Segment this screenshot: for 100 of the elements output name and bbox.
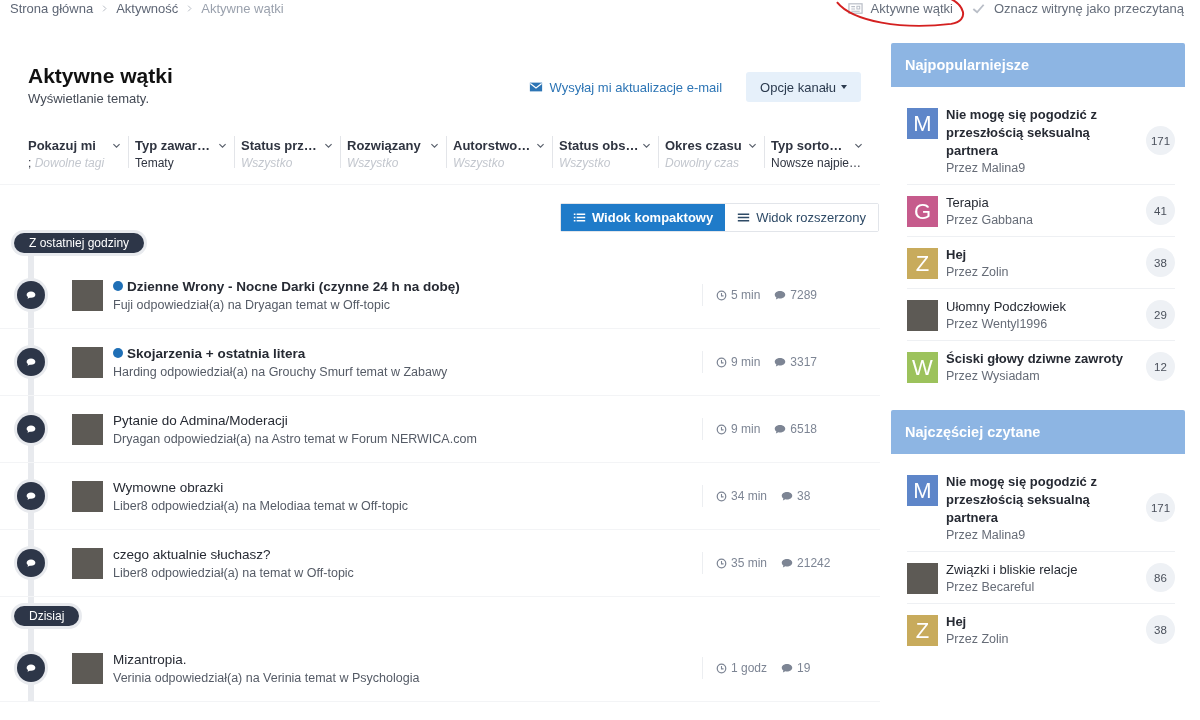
- email-updates-link[interactable]: Wysyłaj mi aktualizacje e-mail: [549, 79, 723, 95]
- section-label: Dzisiaj: [14, 606, 80, 626]
- avatar-photo[interactable]: [72, 413, 103, 445]
- topic-title-link[interactable]: Mizantropia.: [113, 651, 187, 667]
- topic-title-link[interactable]: Ułomny Podczłowiek: [946, 298, 1138, 316]
- speech-bubble-icon: [26, 491, 36, 501]
- comment-icon: [781, 490, 794, 502]
- topic-title-link[interactable]: Dzienne Wrony - Nocne Darki (czynne 24 h na dobę): [127, 278, 460, 294]
- activity-summary: Fuji odpowiedział(a) na Dryagan temat w Off-topic: [113, 297, 391, 312]
- filter-dropdown[interactable]: Status prz… Wszystko: [234, 136, 340, 168]
- top-link[interactable]: Aktywne wątki: [870, 0, 953, 16]
- reply-count: 21242: [797, 556, 831, 570]
- page-subtitle: Wyświetlanie tematy.: [28, 91, 150, 106]
- widget-title: Najpopularniejsze: [891, 43, 1185, 87]
- activity-summary: Liber8 odpowiedział(a) na Melodiaa temat w Off-topic: [113, 498, 410, 513]
- time-ago: 5 min: [731, 288, 761, 302]
- author-name: Przez Zolin: [946, 265, 1010, 279]
- letter-avatar[interactable]: M: [907, 108, 938, 139]
- speech-bubble-icon: [26, 663, 36, 673]
- clock-icon: [716, 423, 727, 435]
- reply-count: 6518: [790, 422, 818, 436]
- time-ago: 9 min: [731, 422, 761, 436]
- avatar-photo[interactable]: [72, 346, 103, 378]
- speech-bubble-icon: [26, 424, 36, 434]
- page-title: Aktywne wątki: [28, 64, 173, 88]
- comment-icon: [774, 423, 787, 435]
- filter-dropdown[interactable]: Typ sorto… Nowsze najpie…: [764, 136, 870, 168]
- author-name: Przez Zolin: [946, 632, 1010, 646]
- breadcrumb-link[interactable]: Aktywność: [116, 0, 179, 16]
- author-name: Przez Wentyl1996: [946, 317, 1049, 331]
- author-name: Przez Wysiadam: [946, 369, 1041, 383]
- reply-count: 3317: [790, 355, 818, 369]
- topic-title-link[interactable]: Hej: [946, 613, 1138, 631]
- letter-avatar[interactable]: M: [907, 475, 938, 506]
- reply-count-badge: 12: [1146, 352, 1175, 381]
- filter-dropdown[interactable]: Status obs… Wszystko: [552, 136, 658, 168]
- author-name: Przez Malina9: [946, 161, 1027, 175]
- activity-summary: Dryagan odpowiedział(a) na Astro temat w Forum NERWICA.com: [113, 431, 478, 446]
- view-tab[interactable]: Widok kompaktowy: [560, 204, 726, 231]
- reply-count-badge: 38: [1146, 248, 1175, 277]
- avatar-photo[interactable]: [72, 480, 103, 512]
- topic-title-link[interactable]: Wymowne obrazki: [113, 479, 224, 495]
- filter-dropdown[interactable]: Pokazuj mi ; Dowolne tagi: [28, 136, 128, 168]
- filter-dropdown[interactable]: Okres czasu Dowolny czas: [658, 136, 764, 168]
- topic-title-link[interactable]: Ściski głowy dziwne zawroty: [946, 350, 1138, 368]
- clock-icon: [716, 557, 727, 569]
- speech-bubble-icon: [26, 357, 36, 367]
- topic-title-link[interactable]: Terapia: [946, 194, 1138, 212]
- newspaper-icon: [847, 0, 863, 16]
- top-link[interactable]: Oznacz witrynę jako przeczytaną: [993, 0, 1184, 16]
- topic-title-link[interactable]: Związki i bliskie relacje: [946, 561, 1138, 579]
- topic-title-link[interactable]: Nie mogę się pogodzić z przeszłością seksualną partnera: [946, 106, 1138, 160]
- feed-options-button[interactable]: Opcje kanału: [746, 72, 861, 102]
- avatar-photo[interactable]: [72, 652, 103, 684]
- filter-dropdown[interactable]: Rozwiązany Wszystko: [340, 136, 446, 168]
- filter-dropdown[interactable]: Typ zawar… Tematy: [128, 136, 234, 168]
- list-icon: [572, 211, 586, 224]
- activity-summary: Harding odpowiedział(a) na Grouchy Smurf temat w Zabawy: [113, 364, 449, 379]
- clock-icon: [716, 289, 727, 301]
- speech-bubble-icon: [26, 558, 36, 568]
- reply-count-badge: 86: [1146, 563, 1175, 592]
- breadcrumb-link[interactable]: Strona główna: [10, 0, 94, 16]
- reply-count-badge: 38: [1146, 615, 1175, 644]
- activity-summary: Liber8 odpowiedział(a) na temat w Off-topic: [113, 565, 355, 580]
- unread-dot: [113, 281, 123, 291]
- avatar-photo[interactable]: [72, 547, 103, 579]
- section-label: Z ostatniej godziny: [14, 233, 145, 253]
- author-name: Przez Malina9: [946, 528, 1027, 542]
- comment-icon: [774, 356, 787, 368]
- speech-bubble-icon: [26, 290, 36, 300]
- menu-icon: [737, 211, 751, 224]
- time-ago: 35 min: [731, 556, 768, 570]
- topic-title-link[interactable]: czego aktualnie słuchasz?: [113, 546, 271, 562]
- reply-count-badge: 171: [1146, 126, 1175, 155]
- chevron-right-icon: [100, 3, 110, 13]
- topic-title-link[interactable]: Nie mogę się pogodzić z przeszłością seksualną partnera: [946, 473, 1138, 527]
- reply-count-badge: 29: [1146, 300, 1175, 329]
- topic-title-link[interactable]: Pytanie do Admina/Moderacji: [113, 412, 288, 428]
- author-name: Przez Becareful: [946, 580, 1036, 594]
- chevron-right-icon: [185, 3, 195, 13]
- widget-title: Najczęściej czytane: [891, 410, 1185, 454]
- time-ago: 1 godz: [731, 661, 768, 675]
- avatar-photo[interactable]: [72, 279, 103, 311]
- author-name: Przez Gabbana: [946, 213, 1034, 227]
- topic-title-link[interactable]: Hej: [946, 246, 1138, 264]
- caret-icon: [841, 85, 847, 89]
- filter-dropdown[interactable]: Autorstwo… Wszystko: [446, 136, 552, 168]
- activity-summary: Verinia odpowiedział(a) na Verinia temat w Psychologia: [113, 670, 421, 685]
- time-ago: 34 min: [731, 489, 768, 503]
- clock-icon: [716, 356, 727, 368]
- envelope-icon: [528, 80, 543, 94]
- reply-count-badge: 171: [1146, 493, 1175, 522]
- reply-count: 38: [797, 489, 811, 503]
- topic-title-link[interactable]: Skojarzenia + ostatnia litera: [127, 345, 306, 361]
- time-ago: 9 min: [731, 355, 761, 369]
- clock-icon: [716, 662, 727, 674]
- letter-avatar[interactable]: G: [907, 196, 938, 227]
- clock-icon: [716, 490, 727, 502]
- reply-count: 7289: [790, 288, 818, 302]
- reply-count-badge: 41: [1146, 196, 1175, 225]
